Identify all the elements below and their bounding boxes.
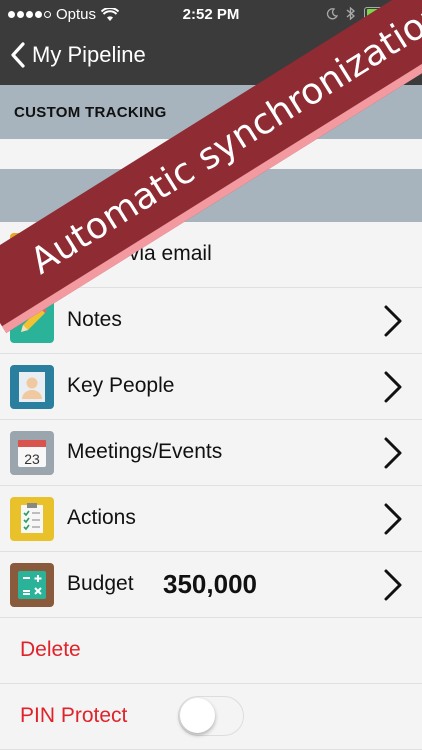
delete-button[interactable]: Delete <box>20 638 81 662</box>
charging-icon <box>406 7 414 20</box>
status-bar: Optus 2:52 PM <box>0 0 422 30</box>
delete-row[interactable]: Delete <box>0 618 422 684</box>
meetings-row[interactable]: 23 Meetings/Events <box>0 420 422 486</box>
section-title: CUSTOM TRACKING <box>14 104 167 121</box>
share-email-label: Share via email <box>67 242 212 265</box>
chevron-right-icon <box>384 305 402 337</box>
nav-bar: My Pipeline <box>0 30 422 85</box>
empty-row <box>0 139 422 169</box>
key-people-label: Key People <box>67 374 175 397</box>
checklist-icon <box>10 497 54 541</box>
budget-value: 350,000 <box>163 569 257 599</box>
options-list: Share via email Notes Key People 23 Meet… <box>0 222 422 750</box>
moon-icon <box>326 7 338 19</box>
calculator-icon <box>10 563 54 607</box>
meetings-label: Meetings/Events <box>67 440 223 463</box>
back-label: My Pipeline <box>32 42 146 67</box>
notes-row[interactable]: Notes <box>0 288 422 354</box>
email-icon <box>10 233 54 277</box>
section-separator <box>0 169 422 222</box>
toggle-knob <box>180 698 215 733</box>
key-people-row[interactable]: Key People <box>0 354 422 420</box>
status-icons <box>326 6 414 21</box>
notes-label: Notes <box>67 308 122 331</box>
pin-protect-row: PIN Protect <box>0 684 422 750</box>
back-button[interactable]: My Pipeline <box>10 42 146 68</box>
pencil-icon <box>10 299 54 343</box>
person-icon <box>10 365 54 409</box>
budget-label: Budget <box>67 572 134 595</box>
bluetooth-icon <box>346 6 355 21</box>
actions-row[interactable]: Actions <box>0 486 422 552</box>
custom-tracking-header: CUSTOM TRACKING <box>0 85 422 139</box>
pin-protect-label: PIN Protect <box>20 704 128 727</box>
chevron-right-icon <box>384 437 402 469</box>
pin-protect-toggle[interactable] <box>178 696 244 736</box>
actions-label: Actions <box>67 506 136 529</box>
budget-row[interactable]: Budget 350,000 <box>0 552 422 618</box>
chevron-right-icon <box>384 569 402 601</box>
calendar-icon: 23 <box>10 431 54 475</box>
share-email-row[interactable]: Share via email <box>0 222 422 288</box>
chevron-right-icon <box>384 371 402 403</box>
chevron-right-icon <box>384 503 402 535</box>
battery-icon <box>364 6 401 21</box>
calendar-day: 23 <box>24 451 40 467</box>
chevron-left-icon <box>11 42 25 68</box>
